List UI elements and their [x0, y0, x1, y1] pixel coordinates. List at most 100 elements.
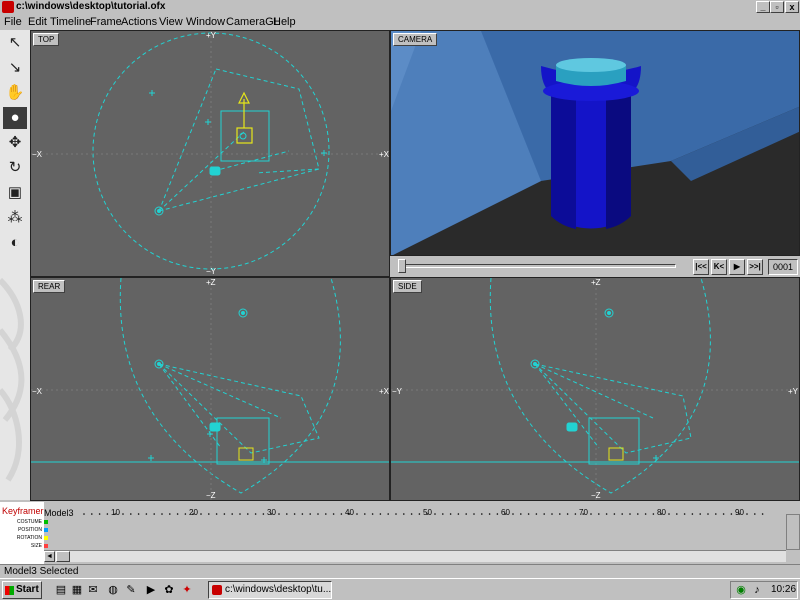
start-label: Start	[16, 584, 39, 595]
sphere-icon[interactable]: ◐	[3, 232, 27, 254]
window-title: c:\windows\desktop\tutorial.ofx	[16, 1, 166, 12]
row-size: SIZE	[30, 543, 42, 549]
windows-logo-icon	[5, 586, 14, 595]
globe-icon[interactable]: ◍	[106, 583, 120, 597]
menu-edit[interactable]: Edit	[28, 16, 47, 28]
hand-pan-icon[interactable]: ✋	[3, 82, 27, 104]
key-marker-rotation[interactable]	[44, 536, 48, 540]
viewport-top[interactable]: TOP +Y −Y −X +X	[30, 30, 390, 277]
timeline-ruler: 10 20 30 40 50 60 70 80 90	[80, 508, 786, 518]
viewport-label-top: TOP	[33, 33, 60, 46]
tick-label: 50	[423, 508, 432, 517]
axis-label-side-minus-y: −Y	[392, 387, 403, 396]
menu-cameragl[interactable]: CameraGL	[226, 16, 280, 28]
axis-label-rear-plus-z: +Z	[206, 278, 216, 287]
axis-label-side-plus-y: +Y	[788, 387, 799, 396]
tool-palette: ↖ ↘ ✋ ● ✥ ↻ ▣ ⁂ ◐	[0, 30, 30, 500]
status-bar: Model3 Selected	[0, 564, 800, 578]
frame-slider[interactable]	[398, 264, 676, 268]
playback-bar: |<< K< ▶ >>| 0001	[390, 256, 800, 278]
tick-label: 80	[657, 508, 666, 517]
key-marker-position[interactable]	[44, 528, 48, 532]
axis-label-side-plus-z: +Z	[591, 278, 601, 287]
viewport-label-rear: REAR	[33, 280, 66, 293]
tick-label: 90	[735, 508, 744, 517]
tick-label: 70	[579, 508, 588, 517]
app-icon	[212, 585, 222, 595]
taskbar: Start ▤ ▦ ✉ ◍ ✎ ▶ ✿ ✦ c:\windows\desktop…	[0, 578, 800, 600]
key-marker-costume[interactable]	[44, 520, 48, 524]
frame-icon[interactable]: ▣	[3, 182, 27, 204]
menu-window[interactable]: Window	[186, 16, 225, 28]
menu-bar: File Edit Timeline Frame Actions View Wi…	[0, 14, 800, 30]
frame-counter: 0001	[768, 259, 798, 275]
side-view-wireframe	[391, 278, 799, 500]
row-rotation: ROTATION	[16, 535, 42, 541]
timeline-horizontal-scrollbar[interactable]: ◄	[44, 550, 786, 562]
viewport-camera[interactable]: CAMERA	[390, 30, 800, 256]
frame-slider-thumb[interactable]	[398, 259, 406, 273]
timeline-model-name: Model3	[44, 508, 74, 518]
rear-view-wireframe	[31, 278, 389, 500]
tick-label: 40	[345, 508, 354, 517]
status-text: Model3 Selected	[4, 566, 79, 577]
rotate-icon[interactable]: ↻	[3, 157, 27, 179]
restore-button[interactable]: ▫	[770, 1, 784, 13]
tray-globe-icon[interactable]: ◉	[734, 583, 748, 597]
axis-label-top-plus-y: +Y	[206, 31, 217, 40]
app-icon	[2, 1, 14, 13]
tick-label: 10	[111, 508, 120, 517]
folder-icon[interactable]: ▶	[144, 583, 158, 597]
timeline-track[interactable]: Model3 10 20 30 40 50 60 70 80 90	[44, 508, 786, 552]
viewport-label-side: SIDE	[393, 280, 422, 293]
mail-icon[interactable]: ✉	[86, 583, 100, 597]
app-window: c:\windows\desktop\tutorial.ofx _ ▫ x Fi…	[0, 0, 800, 600]
menu-view[interactable]: View	[159, 16, 183, 28]
axis-label-top-minus-x: −X	[32, 150, 43, 159]
key-marker-size[interactable]	[44, 544, 48, 548]
play-button[interactable]: ▶	[729, 259, 745, 275]
axis-label-top-plus-x: +X	[379, 150, 390, 159]
viewport-rear[interactable]: REAR +Z −Z −X +X	[30, 277, 390, 501]
clock: 10:26	[771, 584, 797, 595]
axis-label-top-minus-y: −Y	[206, 267, 217, 276]
title-bar: c:\windows\desktop\tutorial.ofx _ ▫ x	[0, 0, 800, 14]
shapes-icon[interactable]: ⁂	[3, 207, 27, 229]
light-icon[interactable]: ●	[3, 107, 27, 129]
axis-label-rear-minus-z: −Z	[206, 491, 216, 500]
select-arrow-alt-icon[interactable]: ↘	[3, 57, 27, 79]
menu-file[interactable]: File	[4, 16, 22, 28]
minimize-button[interactable]: _	[756, 1, 770, 13]
viewport-label-camera: CAMERA	[393, 33, 438, 46]
menu-timeline[interactable]: Timeline	[50, 16, 91, 28]
system-tray: ◉ ♪ 10:26	[730, 581, 798, 599]
taskbar-item-tutorial[interactable]: c:\windows\desktop\tu...	[208, 581, 332, 599]
app-icon[interactable]: ✿	[162, 583, 176, 597]
network-icon[interactable]: ▦	[70, 583, 84, 597]
axis-label-rear-minus-x: −X	[32, 387, 43, 396]
prev-key-button[interactable]: K<	[711, 259, 727, 275]
app-red-icon[interactable]: ✦	[180, 583, 194, 597]
rewind-button[interactable]: |<<	[693, 259, 709, 275]
scroll-left-button[interactable]: ◄	[44, 551, 55, 562]
menu-actions[interactable]: Actions	[121, 16, 157, 28]
fast-forward-button[interactable]: >>|	[747, 259, 763, 275]
media-icon[interactable]: ✎	[124, 583, 138, 597]
camera-render	[391, 31, 799, 255]
desktop-icon[interactable]: ▤	[54, 583, 68, 597]
select-arrow-icon[interactable]: ↖	[3, 32, 27, 54]
keyframer-title: Keyframer	[2, 506, 44, 516]
scroll-thumb[interactable]	[56, 551, 70, 562]
close-button[interactable]: x	[785, 1, 799, 13]
row-costume: COSTUME	[17, 519, 42, 525]
menu-frame[interactable]: Frame	[90, 16, 122, 28]
move-icon[interactable]: ✥	[3, 132, 27, 154]
tick-label: 60	[501, 508, 510, 517]
viewport-side[interactable]: SIDE +Z −Z −Y +Y	[390, 277, 800, 501]
menu-help[interactable]: Help	[273, 16, 296, 28]
timeline-vertical-scrollbar[interactable]	[786, 514, 800, 550]
start-button[interactable]: Start	[2, 581, 42, 599]
tray-speaker-icon[interactable]: ♪	[750, 583, 764, 597]
taskbar-item-label: c:\windows\desktop\tu...	[225, 584, 332, 595]
keyframer-labels: Keyframer COSTUME POSITION ROTATION SIZE	[0, 502, 44, 564]
